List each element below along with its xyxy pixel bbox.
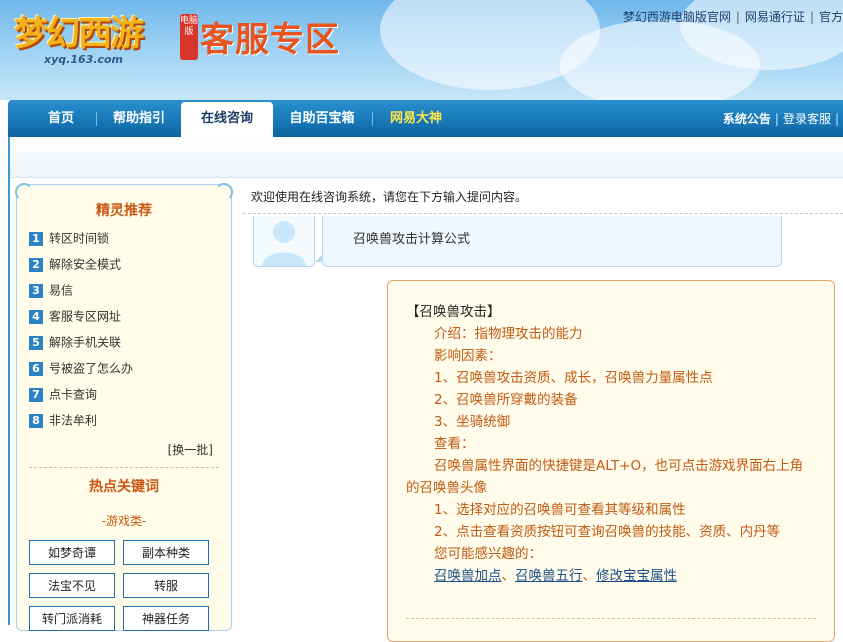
answer-check-text: 召唤兽属性界面的快捷键是ALT+O，也可点击游戏界面右上角的召唤兽头像 [406,458,804,496]
keyword-button[interactable]: 转门派消耗 [29,606,115,631]
answer-divider [406,618,816,619]
keyword-button[interactable]: 法宝不见 [29,573,115,598]
rank-badge: 1 [29,231,43,246]
recommend-title: 精灵推荐 [96,203,152,219]
rank-badge: 6 [29,361,43,376]
hot-keywords-title: 热点关键词 [89,479,159,495]
recommend-item-label: 解除安全模式 [49,257,122,272]
rank-badge: 2 [29,257,43,272]
rank-badge: 8 [29,413,43,428]
answer-title: 【召唤兽攻击】 [406,304,501,320]
recommend-item-label: 转区时间锁 [49,231,110,246]
header-banner: 梦幻西游 电脑版 xyq.163.com 客服专区 梦幻西游电脑版官网 | 网易通行… [0,0,843,100]
recommend-item[interactable]: 3 易信 [29,279,133,305]
answer-check-label: 查看： [434,436,475,452]
recommend-item-label: 易信 [49,283,74,298]
related-links: 召唤兽加点、召唤兽五行、修改宝宝属性 [406,565,816,587]
top-links: 梦幻西游电脑版官网 | 网易通行证 | 官方 [623,8,843,25]
sidebar: 精灵推荐 1 转区时间锁 2 解除安全模式 3 易信 4 客服专区网址 5 解除手机关联 … [15,183,233,631]
related-link[interactable]: 修改宝宝属性 [596,568,677,584]
user-silhouette-icon [262,221,306,266]
logo-badge: 电脑版 [180,14,198,60]
answer-factor: 1、召唤兽攻击资质、成长，召唤兽力量属性点 [434,370,713,386]
divider: | [834,112,839,126]
answer-check-item: 2、点击查看资质按钮可查询召唤兽的技能、资质、内丹等 [434,524,781,540]
nav-divider [372,112,373,126]
recommend-item-label: 解除手机关联 [49,335,122,350]
answer-factors-label: 影响因素： [434,348,502,364]
recommend-item[interactable]: 2 解除安全模式 [29,253,133,279]
top-link-official[interactable]: 梦幻西游电脑版官网 [623,10,731,24]
nav-home[interactable]: 首页 [36,100,86,137]
welcome-message: 欢迎使用在线咨询系统，请您在下方输入提问内容。 [251,190,528,204]
link-separator: 、 [582,568,597,584]
nav-self-service[interactable]: 自助百宝箱 [280,100,364,137]
main-nav: 首页 帮助指引 在线咨询 自助百宝箱 网易大神 系统公告 | 登录客服 | [8,100,843,137]
recommend-item-label: 号被盗了怎么办 [49,361,134,376]
nav-help-guide[interactable]: 帮助指引 [104,100,174,137]
rank-badge: 5 [29,335,43,350]
nav-divider [96,112,97,126]
recommend-item-label: 非法牟利 [49,413,98,428]
site-title: 客服专区 [200,20,340,60]
nav-login-service[interactable]: 登录客服 [783,112,831,126]
top-link-more[interactable]: 官方 [819,10,843,24]
recommend-item-label: 客服专区网址 [49,309,122,324]
bubble-tail [315,254,323,262]
nav-netease-dashen[interactable]: 网易大神 [380,100,452,137]
divider: | [809,10,814,24]
section-divider [29,467,219,468]
recommend-list: 1 转区时间锁 2 解除安全模式 3 易信 4 客服专区网址 5 解除手机关联 6 号被盗了… [29,227,133,435]
answer-factor: 3、坐骑统御 [434,414,511,430]
answer-interest-label: 您可能感兴趣的： [434,546,542,562]
question-bubble: 召唤兽攻击计算公式 [315,216,782,267]
page-left-border [8,137,10,625]
keyword-button[interactable]: 副本种类 [123,540,209,565]
divider: | [774,112,779,126]
nav-online-consult[interactable]: 在线咨询 [181,102,273,137]
answer-check-item: 1、选择对应的召唤兽可查看其等级和属性 [434,502,686,518]
avatar [253,216,315,267]
rank-badge: 3 [29,283,43,298]
section-divider [243,213,843,214]
nav-system-notice[interactable]: 系统公告 [723,112,771,126]
related-link[interactable]: 召唤兽五行 [515,568,583,584]
recommend-item-label: 点卡查询 [49,387,98,402]
keyword-button[interactable]: 转服 [123,573,209,598]
rank-badge: 4 [29,309,43,324]
keyword-button[interactable]: 神器任务 [123,606,209,631]
recommend-item[interactable]: 5 解除手机关联 [29,331,133,357]
nav-right-links: 系统公告 | 登录客服 | [723,100,843,137]
recommend-item[interactable]: 6 号被盗了怎么办 [29,357,133,383]
top-link-passport[interactable]: 网易通行证 [745,10,805,24]
link-separator: 、 [501,568,516,584]
corner-ornament [15,183,33,201]
sub-bar [8,137,843,178]
related-link[interactable]: 召唤兽加点 [434,568,502,584]
question-text: 召唤兽攻击计算公式 [353,232,471,247]
logo-url: xyq.163.com [44,53,123,66]
answer-body: 【召唤兽攻击】 介绍：指物理攻击的能力 影响因素： 1、召唤兽攻击资质、成长，召… [406,301,816,587]
divider: | [735,10,740,24]
game-logo[interactable]: 梦幻西游 电脑版 xyq.163.com [14,6,198,68]
answer-intro: 介绍：指物理攻击的能力 [434,326,583,342]
keyword-button[interactable]: 如梦奇谭 [29,540,115,565]
recommend-item[interactable]: 8 非法牟利 [29,409,133,435]
answer-panel: 【召唤兽攻击】 介绍：指物理攻击的能力 影响因素： 1、召唤兽攻击资质、成长，召… [387,280,835,642]
recommend-item[interactable]: 4 客服专区网址 [29,305,133,331]
logo-text: 梦幻西游 [14,14,144,54]
recommend-item[interactable]: 1 转区时间锁 [29,227,133,253]
recommend-item[interactable]: 7 点卡查询 [29,383,133,409]
refresh-batch-link[interactable]: [换一批] [168,441,213,458]
category-label: -游戏类- [101,514,147,528]
answer-factor: 2、召唤兽所穿戴的装备 [434,392,578,408]
rank-badge: 7 [29,387,43,402]
corner-ornament [215,183,233,201]
